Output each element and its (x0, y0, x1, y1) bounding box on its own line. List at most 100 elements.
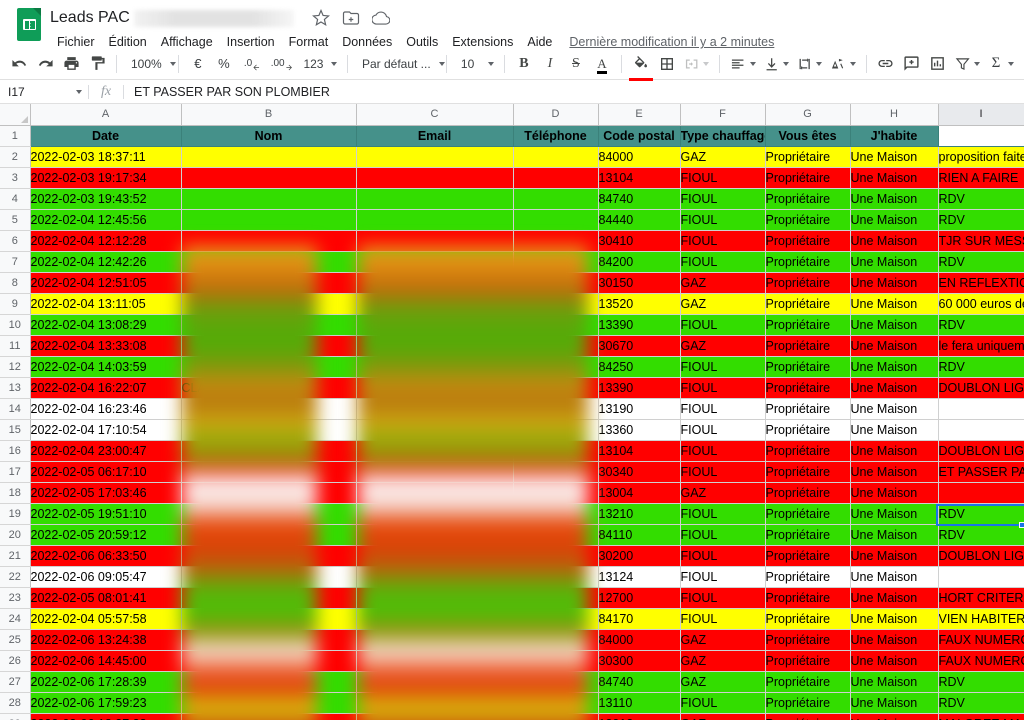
cell-jhabite[interactable]: Une Maison (850, 314, 939, 336)
google-sheets-logo[interactable] (14, 6, 44, 46)
cell-vous-etes[interactable]: Propriétaire (765, 650, 851, 672)
row-header[interactable]: 28 (0, 692, 31, 714)
column-title-cell[interactable]: J'habite (850, 125, 939, 147)
cell-type-chauffage[interactable]: FIOUL (680, 503, 766, 525)
cell-date[interactable]: 2022-02-03 18:37:11 (30, 146, 182, 168)
cell-type-chauffage[interactable]: GAZ (680, 146, 766, 168)
cell-email[interactable] (356, 566, 514, 588)
increase-decimal-button[interactable]: .00 (264, 51, 296, 77)
row-header[interactable]: 29 (0, 713, 31, 720)
cell-telephone[interactable] (513, 566, 599, 588)
cell-telephone[interactable] (513, 314, 599, 336)
cell-code-postal[interactable]: 12700 (598, 587, 681, 609)
cell-code-postal[interactable]: 13104 (598, 167, 681, 189)
cell-jhabite[interactable]: Une Maison (850, 608, 939, 630)
cell-code-postal[interactable]: 30670 (598, 335, 681, 357)
strikethrough-button[interactable]: S (563, 51, 589, 77)
cell-nom[interactable] (181, 503, 357, 525)
menu-item-fichier[interactable]: Fichier (50, 33, 102, 51)
cell-date[interactable]: 2022-02-04 12:42:26 (30, 251, 182, 273)
cell-date[interactable]: 2022-02-06 17:28:39 (30, 671, 182, 693)
menu-item-extensions[interactable]: Extensions (445, 33, 520, 51)
row-header[interactable]: 21 (0, 545, 31, 567)
cell-jhabite[interactable]: Une Maison (850, 209, 939, 231)
formula-input[interactable]: ET PASSER PAR SON PLOMBIER (124, 85, 1024, 99)
last-edit-link[interactable]: Dernière modification il y a 2 minutes (569, 35, 774, 49)
cell-email[interactable] (356, 461, 514, 483)
cell-email[interactable] (356, 335, 514, 357)
cell-vous-etes[interactable]: Propriétaire (765, 335, 851, 357)
cell-email[interactable] (356, 587, 514, 609)
cell-type-chauffage[interactable]: GAZ (680, 713, 766, 720)
cell-note[interactable]: RIEN A FAIRE (938, 167, 1024, 189)
cell-note[interactable]: le fera uniqueme (938, 335, 1024, 357)
cell-email[interactable] (356, 713, 514, 720)
cell-nom[interactable] (181, 566, 357, 588)
cell-email[interactable] (356, 629, 514, 651)
cell-note[interactable]: RDV (938, 356, 1024, 378)
cell-code-postal[interactable]: 30340 (598, 461, 681, 483)
cell-type-chauffage[interactable]: FIOUL (680, 209, 766, 231)
cell-nom[interactable] (181, 398, 357, 420)
print-icon[interactable] (58, 51, 84, 77)
cell-vous-etes[interactable]: Propriétaire (765, 482, 851, 504)
cell-telephone[interactable] (513, 629, 599, 651)
cell-vous-etes[interactable]: Propriétaire (765, 188, 851, 210)
cell-jhabite[interactable]: Une Maison (850, 293, 939, 315)
cell-jhabite[interactable]: Une Maison (850, 356, 939, 378)
cell-type-chauffage[interactable]: FIOUL (680, 419, 766, 441)
cell-jhabite[interactable]: Une Maison (850, 524, 939, 546)
cell-jhabite[interactable]: Une Maison (850, 503, 939, 525)
cell-jhabite[interactable]: Une Maison (850, 650, 939, 672)
column-title-cell[interactable]: Code postal (598, 125, 681, 147)
cell-jhabite[interactable]: Une Maison (850, 377, 939, 399)
document-title[interactable]: Leads PAC (50, 7, 132, 29)
borders-icon[interactable] (654, 51, 680, 77)
text-color-button[interactable]: A (589, 51, 615, 77)
bold-button[interactable]: B (511, 51, 537, 77)
cell-note[interactable]: RDV (938, 209, 1024, 231)
percent-format-button[interactable]: % (211, 51, 237, 77)
cell-email[interactable] (356, 293, 514, 315)
cell-nom[interactable] (181, 650, 357, 672)
cell-vous-etes[interactable]: Propriétaire (765, 503, 851, 525)
cell-nom[interactable] (181, 209, 357, 231)
cell-date[interactable]: 2022-02-04 13:08:29 (30, 314, 182, 336)
cell-telephone[interactable] (513, 377, 599, 399)
cell-telephone[interactable] (513, 419, 599, 441)
cell-email[interactable] (356, 692, 514, 714)
cell-telephone[interactable] (513, 251, 599, 273)
move-to-folder-icon[interactable] (342, 9, 360, 27)
cell-vous-etes[interactable]: Propriétaire (765, 377, 851, 399)
cell-nom[interactable] (181, 167, 357, 189)
cell-nom[interactable] (181, 335, 357, 357)
cell-jhabite[interactable]: Une Maison (850, 545, 939, 567)
row-header[interactable]: 19 (0, 503, 31, 525)
cell-date[interactable]: 2022-02-05 20:59:12 (30, 524, 182, 546)
cell-vous-etes[interactable]: Propriétaire (765, 209, 851, 231)
menu-item-affichage[interactable]: Affichage (154, 33, 220, 51)
cell-jhabite[interactable]: Une Maison (850, 671, 939, 693)
insert-comment-icon[interactable] (899, 51, 925, 77)
functions-button[interactable]: Σ (984, 52, 1018, 76)
row-header[interactable]: 8 (0, 272, 31, 294)
menu-item-aide[interactable]: Aide (520, 33, 559, 51)
row-header[interactable]: 11 (0, 335, 31, 357)
cell-nom[interactable] (181, 251, 357, 273)
undo-icon[interactable] (6, 51, 32, 77)
cell-vous-etes[interactable]: Propriétaire (765, 419, 851, 441)
column-title-cell[interactable]: Type chauffage (680, 125, 766, 147)
cell-vous-etes[interactable]: Propriétaire (765, 545, 851, 567)
fill-color-icon[interactable] (628, 51, 654, 81)
cell-vous-etes[interactable]: Propriétaire (765, 293, 851, 315)
cell-date[interactable]: 2022-02-06 06:33:50 (30, 545, 182, 567)
row-header[interactable]: 9 (0, 293, 31, 315)
cell-code-postal[interactable]: 13390 (598, 314, 681, 336)
selection-fill-handle[interactable] (1019, 522, 1024, 528)
cell-code-postal[interactable]: 30200 (598, 545, 681, 567)
cell-note[interactable]: DOUBLON LIGN (938, 440, 1024, 462)
merge-cells-icon[interactable] (680, 52, 713, 76)
star-icon[interactable] (311, 9, 330, 27)
cell-note[interactable] (938, 482, 1024, 504)
menu-item-outils[interactable]: Outils (399, 33, 445, 51)
